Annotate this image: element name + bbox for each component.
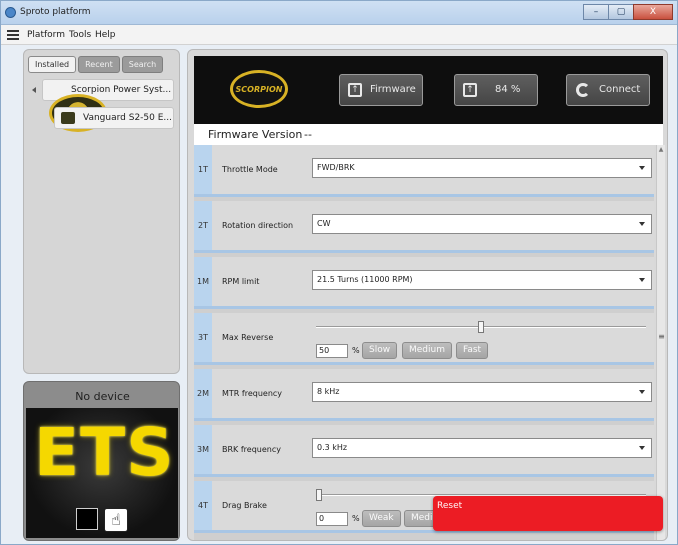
app-window: Sproto platform – ▢ X Platform Tools Hel… bbox=[0, 0, 678, 545]
rotation-direction-select[interactable]: CW bbox=[312, 214, 652, 234]
settings-panel: SCORPION ↑ Firmware ↑ 84 % Connect Firmw… bbox=[187, 49, 668, 541]
tab-recent[interactable]: Recent bbox=[78, 56, 120, 73]
drag-brake-slider-thumb[interactable] bbox=[316, 489, 322, 501]
hand-cursor-icon[interactable]: ☝ bbox=[104, 508, 128, 532]
max-reverse-input[interactable]: 50 bbox=[316, 344, 348, 358]
tree-item-scorpion[interactable]: Scorpion Power Syst... bbox=[42, 79, 174, 132]
select-value: FWD/BRK bbox=[317, 163, 355, 172]
close-button[interactable]: X bbox=[633, 4, 673, 20]
reset-label: Reset bbox=[437, 501, 463, 511]
tree-item-vanguard[interactable]: Vanguard S2-50 E... bbox=[54, 107, 174, 129]
throttle-mode-select[interactable]: FWD/BRK bbox=[312, 158, 652, 178]
setting-throttle-mode: 1T Throttle Mode FWD/BRK bbox=[194, 145, 654, 197]
color-swatch[interactable] bbox=[76, 508, 98, 530]
window-controls: – ▢ X bbox=[583, 4, 673, 20]
setting-code: 2M bbox=[194, 369, 212, 418]
scorpion-logo: SCORPION bbox=[230, 70, 288, 108]
browser-tabs: Installed Recent Search bbox=[28, 56, 165, 73]
percent-unit: % bbox=[352, 514, 360, 523]
weak-button[interactable]: Weak bbox=[362, 510, 401, 527]
setting-rotation-direction: 2T Rotation direction CW bbox=[194, 201, 654, 253]
percent-unit: % bbox=[352, 346, 360, 355]
setting-brk-frequency: 3M BRK frequency 0.3 kHz bbox=[194, 425, 654, 477]
window-title: Sproto platform bbox=[20, 7, 91, 17]
app-icon bbox=[5, 7, 16, 18]
esc-device-icon bbox=[61, 112, 75, 124]
brk-frequency-select[interactable]: 0.3 kHz bbox=[312, 438, 652, 458]
max-reverse-slider-thumb[interactable] bbox=[478, 321, 484, 333]
medium-button[interactable]: Medium bbox=[402, 342, 452, 359]
progress-indicator: ↑ 84 % bbox=[454, 74, 538, 106]
setting-name: Max Reverse bbox=[222, 333, 274, 342]
settings-list: 1T Throttle Mode FWD/BRK 2T Rotation dir… bbox=[194, 145, 654, 540]
logo-text: SCORPION bbox=[235, 85, 283, 94]
setting-name: RPM limit bbox=[222, 277, 260, 286]
chevron-down-icon bbox=[639, 166, 645, 170]
firmware-version-row: Firmware Version -- bbox=[194, 124, 663, 145]
setting-code: 3T bbox=[194, 313, 212, 362]
firmware-button-label: Firmware bbox=[370, 84, 416, 95]
setting-code: 1M bbox=[194, 257, 212, 306]
firmware-version-value: -- bbox=[304, 128, 312, 141]
select-value: 8 kHz bbox=[317, 387, 340, 396]
setting-name: Throttle Mode bbox=[222, 165, 278, 174]
menu-platform[interactable]: Platform bbox=[27, 30, 65, 40]
vertical-scrollbar[interactable]: ▲ ≡ bbox=[656, 145, 665, 540]
device-panel: No device ETS ☝ bbox=[23, 381, 180, 541]
upload-icon: ↑ bbox=[348, 83, 362, 97]
mtr-frequency-select[interactable]: 8 kHz bbox=[312, 382, 652, 402]
setting-name: Rotation direction bbox=[222, 221, 294, 230]
refresh-icon bbox=[576, 83, 590, 97]
scroll-grip-icon: ≡ bbox=[658, 332, 665, 341]
ets-image: ETS ☝ bbox=[26, 408, 178, 538]
tree-item-label: Vanguard S2-50 E... bbox=[83, 113, 172, 123]
slow-button[interactable]: Slow bbox=[362, 342, 398, 359]
setting-code: 4T bbox=[194, 481, 212, 530]
setting-code: 1T bbox=[194, 145, 212, 194]
minimize-button[interactable]: – bbox=[583, 4, 609, 20]
chevron-down-icon bbox=[639, 278, 645, 282]
setting-code: 3M bbox=[194, 425, 212, 474]
reset-toast[interactable]: Reset bbox=[433, 496, 663, 531]
rpm-limit-select[interactable]: 21.5 Turns (11000 RPM) bbox=[312, 270, 652, 290]
menu-bar: Platform Tools Help bbox=[1, 25, 677, 45]
menu-help[interactable]: Help bbox=[95, 30, 116, 40]
tab-installed[interactable]: Installed bbox=[28, 56, 77, 73]
progress-icon: ↑ bbox=[463, 83, 477, 97]
connect-button-label: Connect bbox=[599, 84, 641, 95]
setting-name: Drag Brake bbox=[222, 501, 267, 510]
select-value: CW bbox=[317, 219, 331, 228]
select-value: 0.3 kHz bbox=[317, 443, 348, 452]
setting-name: MTR frequency bbox=[222, 389, 283, 398]
select-value: 21.5 Turns (11000 RPM) bbox=[317, 275, 413, 284]
tree-expand-icon[interactable] bbox=[32, 87, 36, 93]
chevron-down-icon bbox=[639, 446, 645, 450]
tab-search[interactable]: Search bbox=[121, 56, 164, 73]
fast-button[interactable]: Fast bbox=[456, 342, 489, 359]
hamburger-menu-icon[interactable] bbox=[7, 30, 19, 40]
scroll-up-icon[interactable]: ▲ bbox=[658, 147, 664, 153]
title-bar[interactable]: Sproto platform – ▢ X bbox=[1, 1, 677, 25]
menu-tools[interactable]: Tools bbox=[69, 30, 91, 40]
firmware-button[interactable]: ↑ Firmware bbox=[339, 74, 423, 106]
progress-label: 84 % bbox=[495, 84, 521, 95]
connect-button[interactable]: Connect bbox=[566, 74, 650, 106]
firmware-version-label: Firmware Version bbox=[208, 128, 303, 141]
setting-rpm-limit: 1M RPM limit 21.5 Turns (11000 RPM) bbox=[194, 257, 654, 309]
setting-code: 2T bbox=[194, 201, 212, 250]
chevron-down-icon bbox=[639, 222, 645, 226]
ets-logo: ETS bbox=[34, 414, 175, 491]
drag-brake-input[interactable]: 0 bbox=[316, 512, 348, 526]
setting-max-reverse: 3T Max Reverse 50 % Slow Medium Fast bbox=[194, 313, 654, 365]
device-header: SCORPION ↑ Firmware ↑ 84 % Connect bbox=[194, 56, 663, 124]
setting-name: BRK frequency bbox=[222, 445, 281, 454]
device-browser-panel: Installed Recent Search Scorpion Power S… bbox=[23, 49, 180, 374]
setting-mtr-frequency: 2M MTR frequency 8 kHz bbox=[194, 369, 654, 421]
chevron-down-icon bbox=[639, 390, 645, 394]
tree-item-label: Scorpion Power Syst... bbox=[71, 85, 172, 95]
device-status: No device bbox=[75, 390, 130, 403]
maximize-button[interactable]: ▢ bbox=[608, 4, 634, 20]
